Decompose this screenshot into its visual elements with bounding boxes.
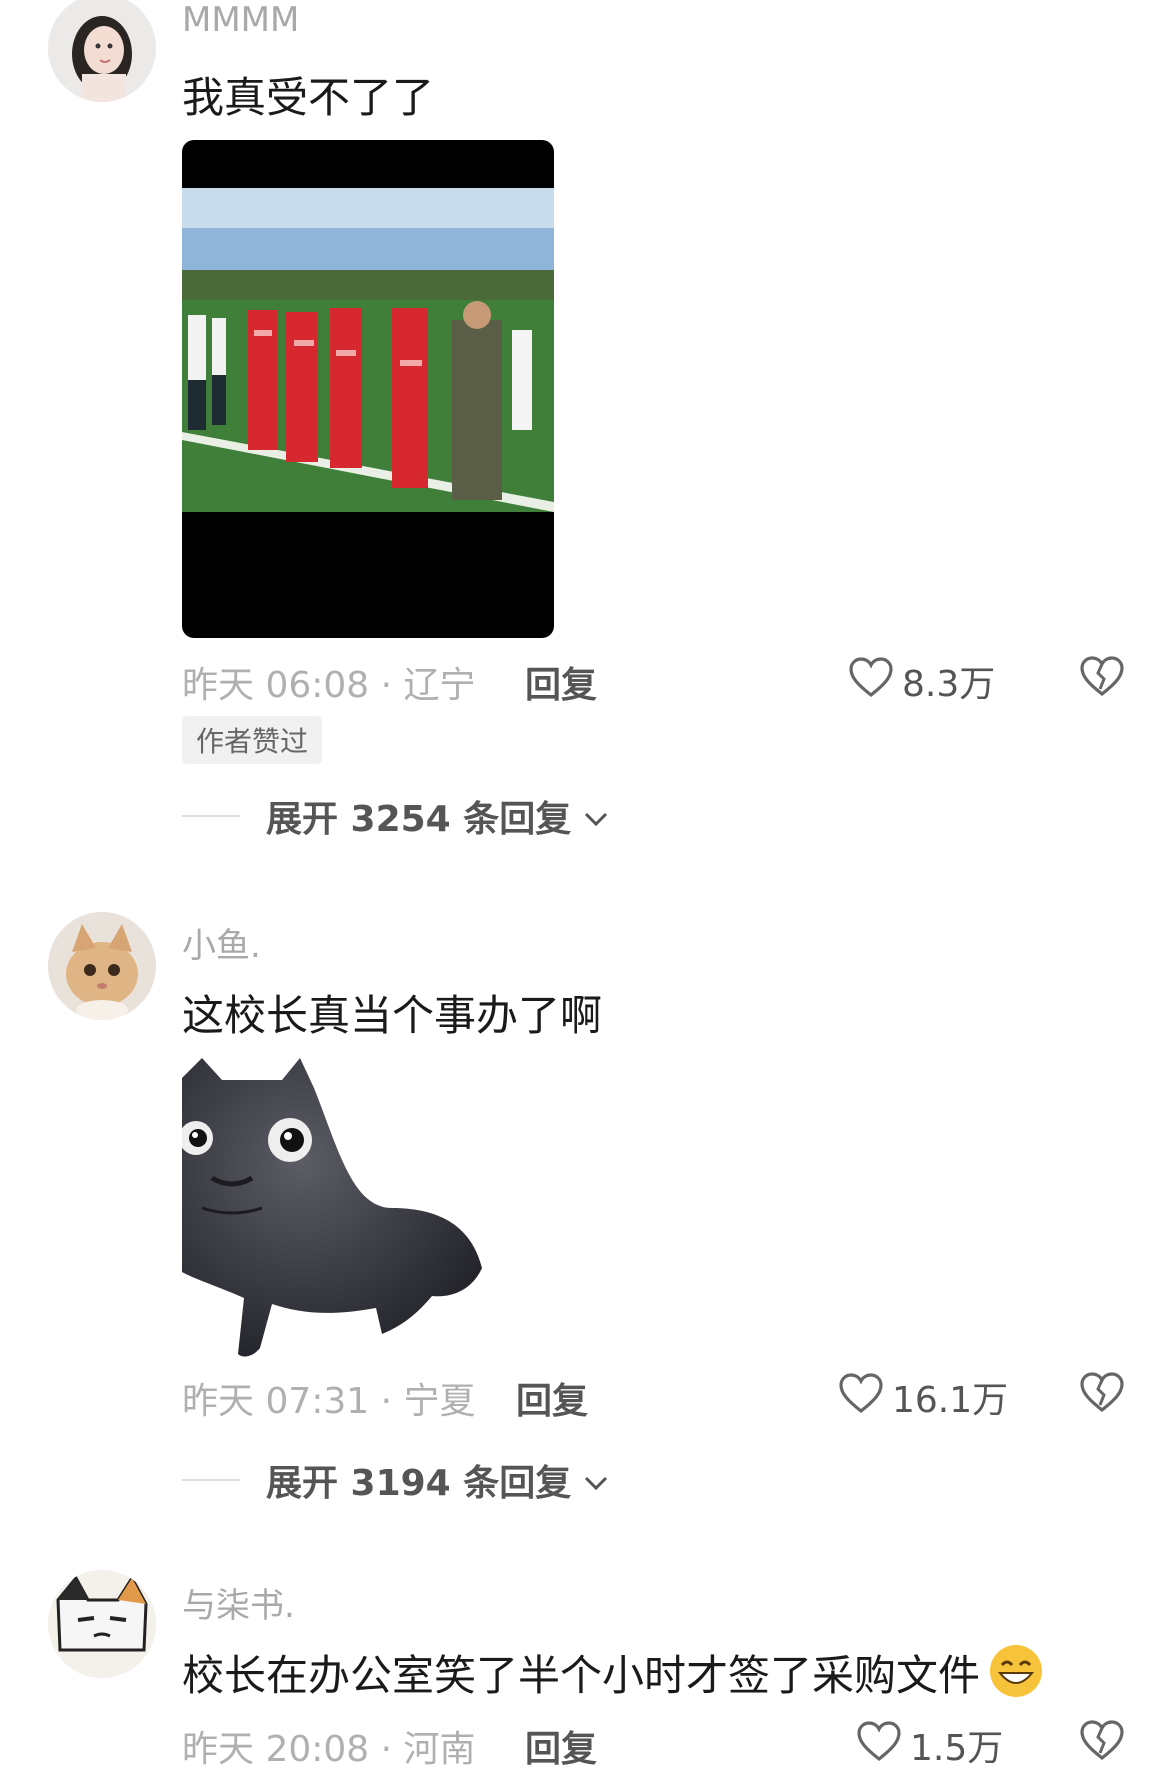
expand-replies-label: 展开 3254 条回复 [266, 799, 572, 840]
avatar[interactable] [48, 912, 156, 1020]
broken-heart-icon [1080, 656, 1124, 697]
dislike-button[interactable] [1079, 1371, 1125, 1417]
comment-item: MMMM 我真受不了了 昨天 06:08 · 辽宁 回复 8.3万 作者赞过 展… [0, 0, 1170, 850]
avatar[interactable] [48, 0, 156, 102]
broken-heart-icon [1080, 1372, 1124, 1413]
expand-replies-button[interactable]: 展开 3194 条回复 [182, 1454, 609, 1506]
comment-text: 我真受不了了 [182, 73, 435, 122]
chevron-down-icon [583, 1460, 609, 1501]
like-count: 8.3万 [902, 664, 996, 705]
comment-image[interactable] [182, 140, 554, 638]
comment-item: 小鱼. 这校长真当个事办了啊 昨天 07:31 · 宁夏 回复 16.1万 展开… [0, 900, 1170, 1520]
comment-meta: 昨天 06:08 · 辽宁 [182, 665, 476, 706]
divider-line [182, 815, 240, 817]
comment-item: 与柒书. 校长在办公室笑了半个小时才签了采购文件 昨天 20:08 · 河南 回… [0, 1560, 1170, 1780]
comment-sticker[interactable] [179, 1058, 488, 1360]
dislike-button[interactable] [1079, 655, 1125, 701]
divider-line [182, 1479, 240, 1481]
reply-button[interactable]: 回复 [525, 1720, 597, 1772]
comment-text-row: 校长在办公室笑了半个小时才签了采购文件 [182, 1642, 1044, 1703]
like-button[interactable]: 1.5万 [856, 1719, 1003, 1771]
author-liked-badge: 作者赞过 [182, 716, 323, 764]
avatar[interactable] [48, 1570, 156, 1678]
reply-button[interactable]: 回复 [525, 656, 597, 708]
username[interactable]: MMMM [182, 0, 299, 40]
chevron-down-icon [583, 796, 609, 837]
like-count: 1.5万 [910, 1728, 1004, 1769]
heart-icon [848, 656, 894, 707]
comment-meta: 昨天 20:08 · 河南 [182, 1729, 476, 1770]
comment-text: 这校长真当个事办了啊 [182, 991, 603, 1040]
comment-meta: 昨天 07:31 · 宁夏 [182, 1381, 476, 1422]
expand-replies-label: 展开 3194 条回复 [266, 1463, 572, 1504]
like-count: 16.1万 [892, 1380, 1009, 1421]
username[interactable]: 与柒书. [182, 1578, 295, 1627]
expand-replies-button[interactable]: 展开 3254 条回复 [182, 790, 609, 842]
dislike-button[interactable] [1079, 1719, 1125, 1765]
broken-heart-icon [1080, 1720, 1124, 1761]
like-button[interactable]: 16.1万 [838, 1371, 1008, 1423]
reply-button[interactable]: 回复 [516, 1372, 588, 1424]
heart-icon [838, 1372, 884, 1423]
username[interactable]: 小鱼. [182, 918, 261, 967]
heart-icon [856, 1720, 902, 1771]
like-button[interactable]: 8.3万 [848, 655, 995, 707]
grinning-emoji-icon [988, 1643, 1044, 1703]
comment-text: 校长在办公室笑了半个小时才签了采购文件 [182, 1651, 981, 1700]
